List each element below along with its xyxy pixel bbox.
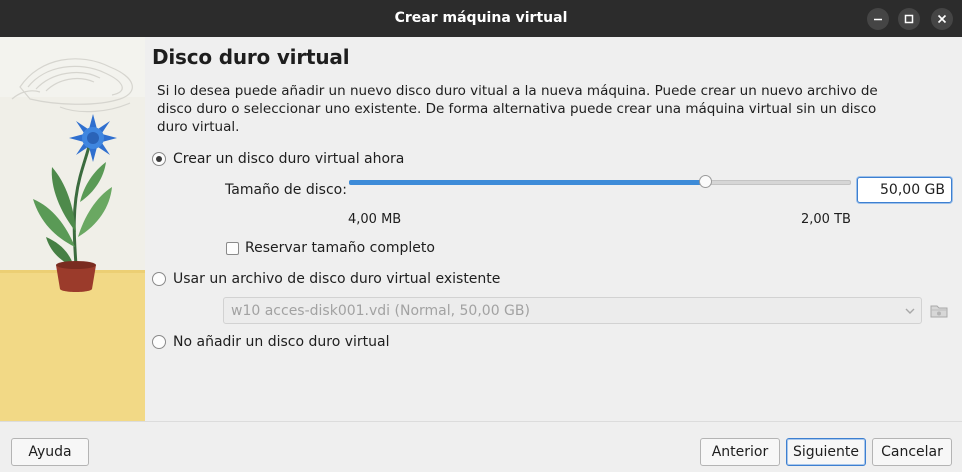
content-panel: Disco duro virtual Si lo desea puede aña… xyxy=(145,37,962,421)
preallocate-option[interactable]: Reservar tamaño completo xyxy=(226,238,435,258)
back-button[interactable]: Anterior xyxy=(700,438,780,466)
no-disk-radio[interactable] xyxy=(152,335,166,349)
page-title: Disco duro virtual xyxy=(152,45,350,69)
use-existing-disk-label: Usar un archivo de disco duro virtual ex… xyxy=(173,271,501,287)
no-disk-label: No añadir un disco duro virtual xyxy=(173,334,390,350)
slider-fill xyxy=(349,180,705,185)
close-icon xyxy=(937,14,947,24)
help-button[interactable]: Ayuda xyxy=(11,438,89,466)
minimize-button[interactable] xyxy=(867,8,889,30)
chevron-down-icon xyxy=(905,308,915,314)
button-bar: Ayuda Anterior Siguiente Cancelar xyxy=(0,421,962,472)
title-bar: Crear máquina virtual xyxy=(0,0,962,37)
minimize-icon xyxy=(874,18,882,21)
close-button[interactable] xyxy=(931,8,953,30)
create-new-disk-option[interactable]: Crear un disco duro virtual ahora xyxy=(152,149,404,169)
next-button[interactable]: Siguiente xyxy=(786,438,866,466)
disk-size-slider[interactable] xyxy=(349,174,851,190)
slider-thumb[interactable] xyxy=(699,175,712,188)
preallocate-label: Reservar tamaño completo xyxy=(245,240,435,256)
no-disk-option[interactable]: No añadir un disco duro virtual xyxy=(152,332,389,352)
maximize-icon xyxy=(904,14,914,24)
choose-disk-file-button[interactable] xyxy=(929,301,949,321)
window-title: Crear máquina virtual xyxy=(394,10,568,26)
disk-size-label: Tamaño de disco: xyxy=(225,182,347,198)
create-new-disk-radio[interactable] xyxy=(152,152,166,166)
existing-disk-select[interactable]: w10 acces-disk001.vdi (Normal, 50,00 GB) xyxy=(223,297,922,324)
page-description: Si lo desea puede añadir un nuevo disco … xyxy=(157,83,878,135)
use-existing-disk-option[interactable]: Usar un archivo de disco duro virtual ex… xyxy=(152,269,500,289)
use-existing-disk-radio[interactable] xyxy=(152,272,166,286)
disk-size-input[interactable] xyxy=(857,177,952,203)
maximize-button[interactable] xyxy=(898,8,920,30)
preallocate-checkbox[interactable] xyxy=(226,241,239,255)
wizard-illustration xyxy=(0,37,145,421)
existing-disk-selected-value: w10 acces-disk001.vdi (Normal, 50,00 GB) xyxy=(231,303,530,319)
dialog-window: Crear máquina virtual Disco duro virtual… xyxy=(0,0,962,472)
disk-size-min-label: 4,00 MB xyxy=(348,212,402,227)
folder-icon xyxy=(930,305,948,318)
disk-size-max-label: 2,00 TB xyxy=(801,212,851,227)
cancel-button[interactable]: Cancelar xyxy=(872,438,952,466)
create-new-disk-label: Crear un disco duro virtual ahora xyxy=(173,151,405,167)
